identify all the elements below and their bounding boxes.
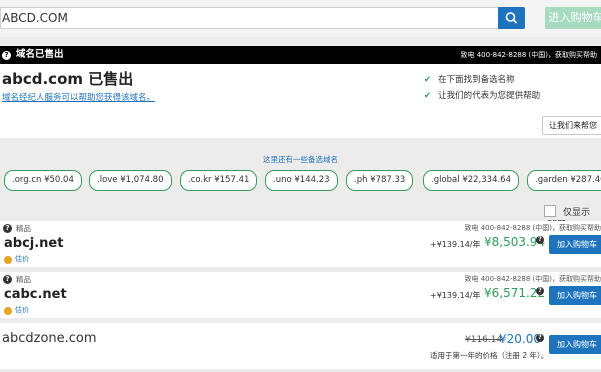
premium-badge: 精品 — [16, 275, 31, 284]
alt-domain-chip[interactable]: .ph ¥787.33 — [346, 170, 414, 191]
estimate-link[interactable]: 估价 — [15, 305, 29, 315]
add-to-cart-button[interactable]: 加入购物车 — [549, 286, 601, 305]
top-search-bar: ABCD.COM 进入购物车 — [0, 0, 601, 37]
question-icon[interactable]: ? — [3, 224, 12, 233]
help-me-button[interactable]: 让我们来帮您 — [542, 116, 601, 135]
result-domain[interactable]: abcj.net — [4, 236, 63, 251]
sold-status-bar: ? 域名已售出 致电 400-842-8288 (中国)，获取购买帮助 — [0, 46, 601, 64]
check-icon: ✔ — [424, 75, 432, 85]
checklist-item: ✔ 让我们的代表为您提供帮助 — [424, 91, 541, 101]
result-row: ? 精品 abcj.net 估价 致电 400-842-8288 (中国)，获取… — [0, 221, 601, 267]
alt-domain-chip[interactable]: .uno ¥144.23 — [265, 170, 338, 191]
only-com-checkbox[interactable] — [544, 205, 556, 217]
sold-panel: abcd.com 已售出 域名经纪人服务可以帮助您获得该域名。 ✔ 在下面找到备选… — [0, 64, 601, 138]
alt-domain-chip[interactable]: .love ¥1,074.80 — [89, 170, 172, 191]
price-info-icon[interactable]: ? — [536, 236, 544, 244]
alt-domain-chip[interactable]: .garden ¥287.40 — [527, 170, 601, 191]
renewal-price: +¥139.14/年 — [430, 240, 481, 249]
info-icon: ? — [2, 51, 11, 60]
price-info-icon[interactable]: ? — [536, 287, 544, 295]
support-phone: 致电 400-842-8288 (中国)，获取购买帮助 — [464, 275, 601, 283]
original-price: ¥116.14 — [465, 335, 503, 345]
alt-domain-chip[interactable]: .global ¥22,334.64 — [423, 170, 519, 191]
add-to-cart-button[interactable]: 加入购物车 — [549, 335, 601, 354]
result-row: ? 精品 cabc.net 估价 致电 400-842-8288 (中国)，获取… — [0, 272, 601, 318]
domain-price: ¥20.00 — [499, 332, 541, 346]
result-row: abcdzone.com ¥116.14 ¥20.00 ? 加入购物车 适用于第… — [0, 323, 601, 369]
question-icon[interactable]: ? — [3, 275, 12, 284]
alternatives-title: 这里还有一些备选域名 — [263, 155, 338, 164]
search-icon — [505, 12, 517, 24]
support-phone: 致电 400-842-8288 (中国)，获取购买帮助 — [460, 51, 598, 59]
estimate-link[interactable]: 估价 — [15, 254, 29, 264]
premium-badge: 精品 — [16, 224, 31, 233]
search-input[interactable]: ABCD.COM — [0, 7, 498, 29]
estimate-icon — [4, 256, 12, 264]
price-info-icon[interactable]: ? — [536, 334, 544, 342]
search-button[interactable] — [498, 7, 525, 29]
sold-heading: abcd.com 已售出 — [2, 70, 134, 88]
price-note: 适用于第一年的价格（注册 2 年）。 — [430, 351, 549, 360]
estimate-icon — [4, 307, 12, 315]
checklist-item: ✔ 在下面找到备选名称 — [424, 75, 515, 85]
alt-domain-chip[interactable]: .org.cn ¥50.04 — [4, 170, 82, 191]
broker-service-link[interactable]: 域名经纪人服务可以帮助您获得该域名。 — [2, 91, 155, 103]
alt-domain-chip[interactable]: .co.kr ¥157.41 — [180, 170, 258, 191]
support-phone: 致电 400-842-8288 (中国)，获取购买帮助 — [464, 224, 601, 232]
result-domain[interactable]: cabc.net — [4, 287, 67, 302]
go-to-cart-button[interactable]: 进入购物车 — [545, 7, 601, 29]
result-domain[interactable]: abcdzone.com — [2, 331, 97, 346]
check-icon: ✔ — [424, 91, 432, 101]
add-to-cart-button[interactable]: 加入购物车 — [549, 235, 601, 254]
renewal-price: +¥139.14/年 — [430, 291, 481, 300]
sold-status-title: 域名已售出 — [16, 49, 64, 60]
help-checklist: ✔ 在下面找到备选名称 ✔ 让我们的代表为您提供帮助 — [424, 72, 540, 104]
